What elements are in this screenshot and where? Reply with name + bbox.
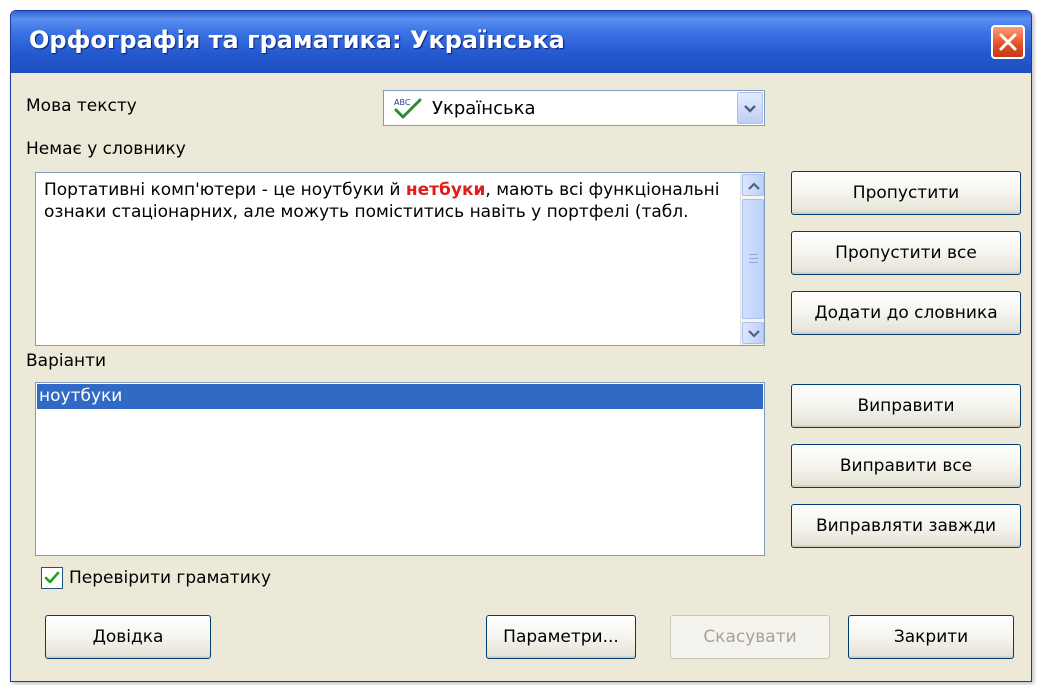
check-grammar-checkbox[interactable] bbox=[41, 567, 63, 589]
options-button[interactable]: Параметри... bbox=[486, 615, 636, 659]
change-button[interactable]: Виправити bbox=[791, 384, 1021, 428]
close-icon bbox=[999, 33, 1017, 51]
suggestions-label: Варіанти bbox=[26, 351, 107, 371]
help-button[interactable]: Довідка bbox=[45, 615, 211, 659]
close-window-button[interactable] bbox=[991, 25, 1025, 59]
sentence-scrollbar[interactable] bbox=[740, 173, 764, 345]
add-to-dictionary-button[interactable]: Додати до словника bbox=[791, 291, 1021, 335]
scroll-up-button[interactable] bbox=[742, 174, 764, 196]
chevron-down-icon bbox=[748, 330, 760, 338]
suggestion-item[interactable]: ноутбуки bbox=[37, 384, 763, 409]
sentence-text-before: Портативні комп'ютери - це ноутбуки й bbox=[44, 180, 406, 200]
language-dropdown-button[interactable] bbox=[737, 92, 763, 124]
language-select[interactable]: ABC Українська bbox=[383, 90, 765, 126]
ignore-all-button[interactable]: Пропустити все bbox=[791, 231, 1021, 275]
misspelled-word: нетбуки bbox=[405, 180, 486, 200]
suggestions-list[interactable]: ноутбуки bbox=[35, 382, 765, 556]
scroll-down-button[interactable] bbox=[742, 322, 764, 344]
abc-check-icon: ABC bbox=[392, 96, 424, 124]
title-bar[interactable]: Орфографія та граматика: Українська bbox=[11, 11, 1031, 73]
ignore-button[interactable]: Пропустити bbox=[791, 171, 1021, 215]
sentence-textbox[interactable]: Портативні комп'ютери - це ноутбуки й не… bbox=[35, 172, 765, 346]
checkmark-icon bbox=[44, 571, 60, 584]
chevron-up-icon bbox=[748, 182, 760, 190]
autocorrect-button[interactable]: Виправляти завжди bbox=[791, 504, 1021, 548]
scroll-thumb[interactable] bbox=[742, 199, 764, 319]
language-label: Мова тексту bbox=[26, 96, 137, 116]
svg-text:ABC: ABC bbox=[394, 98, 411, 107]
language-value: Українська bbox=[432, 98, 536, 119]
close-button[interactable]: Закрити bbox=[848, 615, 1014, 659]
window-title: Орфографія та граматика: Українська bbox=[29, 26, 565, 54]
not-in-dictionary-label: Немає у словнику bbox=[26, 139, 186, 159]
check-grammar-label[interactable]: Перевірити граматику bbox=[69, 568, 271, 588]
sentence-text: Портативні комп'ютери - це ноутбуки й не… bbox=[44, 179, 729, 223]
change-all-button[interactable]: Виправити все bbox=[791, 444, 1021, 488]
chevron-down-icon bbox=[744, 105, 756, 113]
undo-button[interactable]: Скасувати bbox=[670, 615, 830, 659]
spelling-grammar-dialog: Орфографія та граматика: Українська Мова… bbox=[10, 10, 1032, 682]
